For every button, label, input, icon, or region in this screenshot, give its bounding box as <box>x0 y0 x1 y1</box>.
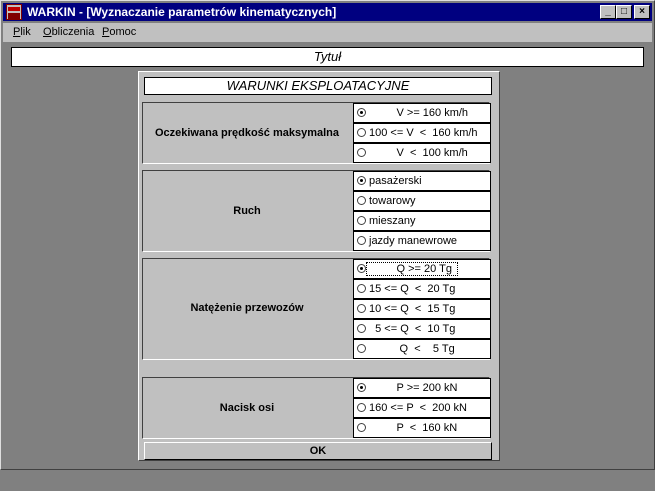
option-label: 160 <= P < 200 kN <box>369 402 467 414</box>
group-label-axle-load: Nacisk osi <box>219 402 275 414</box>
mdi-client: Tytuł WARUNKI EKSPLOATACYJNE Oczekiwana … <box>5 43 650 467</box>
option-label: 100 <= V < 160 km/h <box>369 127 478 139</box>
menu-obliczenia[interactable]: Obliczenia <box>43 26 94 38</box>
app-window: WARKIN - [Wyznaczanie parametrów kinemat… <box>0 0 655 470</box>
group-max-speed: Oczekiwana prędkość maksymalna V >= 160 … <box>142 102 491 164</box>
group-traffic-intensity: Natężenie przewozów Q >= 20 Tg 15 <= Q <… <box>142 258 491 360</box>
option-label: V < 100 km/h <box>369 147 468 159</box>
radio-q-15-20[interactable]: 15 <= Q < 20 Tg <box>353 279 491 299</box>
radio-selected-icon <box>357 176 366 185</box>
option-label: Q >= 20 Tg <box>369 263 452 275</box>
radio-speed-100-160[interactable]: 100 <= V < 160 km/h <box>353 123 491 143</box>
radio-empty-icon <box>357 344 366 353</box>
radio-empty-icon <box>357 128 366 137</box>
option-label: P >= 200 kN <box>369 382 458 394</box>
radio-p-160-200[interactable]: 160 <= P < 200 kN <box>353 398 491 418</box>
option-label: P < 160 kN <box>369 422 458 434</box>
option-label: 5 <= Q < 10 Tg <box>369 323 456 335</box>
option-label: 15 <= Q < 20 Tg <box>369 283 456 295</box>
radio-empty-icon <box>357 196 366 205</box>
radio-selected-icon <box>357 383 366 392</box>
minimize-button[interactable]: _ <box>600 5 616 19</box>
radio-empty-icon <box>357 148 366 157</box>
radio-q-5-10[interactable]: 5 <= Q < 10 Tg <box>353 319 491 339</box>
radio-empty-icon <box>357 324 366 333</box>
group-label-traffic-intensity: Natężenie przewozów <box>190 302 304 314</box>
menu-pomoc-label: omoc <box>109 26 137 38</box>
option-label: mieszany <box>369 215 416 227</box>
radio-selected-icon <box>357 108 366 117</box>
maximize-button[interactable]: □ <box>616 5 632 19</box>
menu-bar: Plik Obliczenia Pomoc <box>3 23 652 42</box>
radio-speed-lt-100[interactable]: V < 100 km/h <box>353 143 491 163</box>
option-label: Q < 5 Tg <box>369 343 455 355</box>
menu-obliczenia-label: bliczenia <box>51 26 95 38</box>
radio-traffic-freight[interactable]: towarowy <box>353 191 491 211</box>
radio-traffic-mixed[interactable]: mieszany <box>353 211 491 231</box>
menu-plik-label: lik <box>20 26 31 38</box>
radio-empty-icon <box>357 304 366 313</box>
panel-title: WARUNKI EKSPLOATACYJNE <box>144 77 492 95</box>
radio-speed-ge-160[interactable]: V >= 160 km/h <box>353 103 491 123</box>
radio-traffic-passenger[interactable]: pasażerski <box>353 171 491 191</box>
group-traffic: Ruch pasażerski towarowy mieszany jazdy … <box>142 170 491 252</box>
option-label: 10 <= Q < 15 Tg <box>369 303 456 315</box>
menu-obliczenia-hotkey: O <box>43 26 52 38</box>
group-label-traffic: Ruch <box>233 205 261 217</box>
radio-traffic-shunting[interactable]: jazdy manewrowe <box>353 231 491 251</box>
option-label: jazdy manewrowe <box>369 235 458 247</box>
radio-empty-icon <box>357 216 366 225</box>
title-bar[interactable]: WARKIN - [Wyznaczanie parametrów kinemat… <box>3 3 652 21</box>
window-title: WARKIN - [Wyznaczanie parametrów kinemat… <box>27 5 337 19</box>
radio-selected-icon <box>357 264 366 273</box>
radio-q-lt-5[interactable]: Q < 5 Tg <box>353 339 491 359</box>
radio-q-10-15[interactable]: 10 <= Q < 15 Tg <box>353 299 491 319</box>
radio-empty-icon <box>357 236 366 245</box>
group-label-max-speed: Oczekiwana prędkość maksymalna <box>154 127 340 139</box>
option-label: pasażerski <box>369 175 422 187</box>
operating-conditions-panel: WARUNKI EKSPLOATACYJNE Oczekiwana prędko… <box>138 71 500 461</box>
menu-pomoc[interactable]: Pomoc <box>102 26 136 38</box>
ok-button[interactable]: OK <box>144 442 492 460</box>
group-axle-load: Nacisk osi P >= 200 kN 160 <= P < 200 kN… <box>142 377 491 439</box>
radio-q-ge-20[interactable]: Q >= 20 Tg <box>353 259 491 279</box>
title-field[interactable]: Tytuł <box>11 47 644 67</box>
app-icon[interactable] <box>6 4 22 20</box>
radio-empty-icon <box>357 403 366 412</box>
radio-p-lt-160[interactable]: P < 160 kN <box>353 418 491 438</box>
radio-empty-icon <box>357 284 366 293</box>
radio-p-ge-200[interactable]: P >= 200 kN <box>353 378 491 398</box>
menu-plik[interactable]: Plik <box>13 26 31 38</box>
radio-empty-icon <box>357 423 366 432</box>
option-label: towarowy <box>369 195 416 207</box>
option-label: V >= 160 km/h <box>369 107 469 119</box>
close-button[interactable]: × <box>634 5 650 19</box>
